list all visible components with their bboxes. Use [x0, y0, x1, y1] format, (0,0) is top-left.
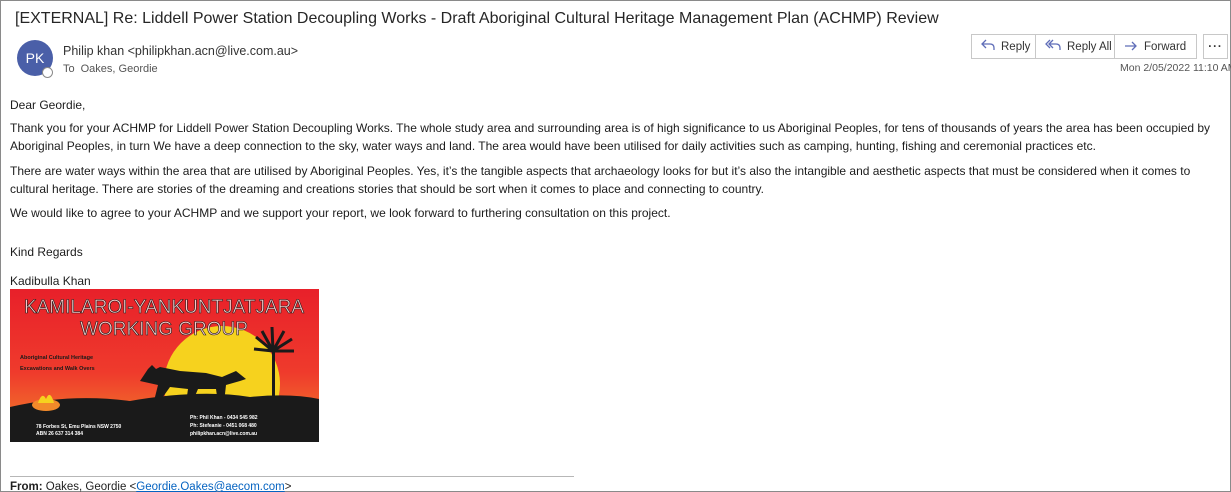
logo-phone-2: Ph: Stefeanie - 0451 068 480 [190, 423, 257, 429]
reply-button[interactable]: Reply [971, 34, 1036, 59]
logo-address-2: ABN 26 637 314 384 [36, 431, 83, 437]
forward-button[interactable]: Forward [1115, 34, 1197, 59]
reply-icon [981, 39, 995, 54]
more-options-icon: ··· [1208, 40, 1223, 53]
paragraph-3: We would like to agree to your ACHMP and… [10, 206, 671, 220]
logo-email: philipkhan.acn@live.com.au [190, 431, 257, 437]
quoted-from-label: From: [10, 481, 43, 492]
reply-all-button[interactable]: Reply All [1036, 34, 1115, 59]
logo-address-1: 78 Forbes St, Emu Plains NSW 2750 [36, 424, 122, 430]
logo-title-line-1: KAMILAROI-YANKUNTJATJARA [24, 297, 304, 318]
recipient-name[interactable]: Oakes, Geordie [81, 63, 158, 75]
paragraph-1: Thank you for your ACHMP for Liddell Pow… [10, 121, 1211, 153]
organization-logo: KAMILAROI-YANKUNTJATJARA WORKING GROUP A… [10, 289, 319, 442]
reply-label: Reply [1001, 40, 1031, 53]
to-label: To [63, 63, 75, 75]
forward-icon [1124, 39, 1138, 54]
greeting: Dear Geordie, [10, 98, 86, 112]
sender-name[interactable]: Philip khan <philipkhan.acn@live.com.au> [63, 44, 298, 58]
more-options-button[interactable]: ··· [1203, 34, 1228, 59]
reply-all-icon [1045, 39, 1061, 54]
quoted-divider [10, 476, 574, 477]
logo-phone-1: Ph: Phil Khan - 0434 545 982 [190, 415, 258, 421]
signature-name: Kadibulla Khan [10, 274, 91, 288]
paragraph-2: There are water ways within the area tha… [10, 164, 1191, 196]
quoted-from-line: From: Oakes, Geordie <Geordie.Oakes@aeco… [10, 481, 291, 492]
logo-title-line-2: WORKING GROUP [80, 319, 248, 340]
presence-status-icon [42, 67, 53, 78]
forward-label: Forward [1144, 40, 1187, 53]
sent-date: Mon 2/05/2022 11:10 AM [1120, 62, 1231, 74]
logo-service-2: Excavations and Walk Overs [20, 366, 95, 372]
quoted-from-name: Oakes, Geordie < [45, 481, 137, 492]
logo-service-1: Aboriginal Cultural Heritage [20, 355, 93, 361]
recipient-line: To Oakes, Geordie [63, 63, 158, 75]
quoted-from-close: > [284, 481, 292, 492]
closing: Kind Regards [10, 245, 83, 259]
reply-all-label: Reply All [1067, 40, 1112, 53]
quoted-from-email-link[interactable]: Geordie.Oakes@aecom.com [136, 481, 284, 492]
message-actions: Reply Reply All Forward ··· [971, 34, 1228, 59]
email-subject: [EXTERNAL] Re: Liddell Power Station Dec… [15, 10, 939, 27]
avatar-initials: PK [25, 50, 45, 66]
